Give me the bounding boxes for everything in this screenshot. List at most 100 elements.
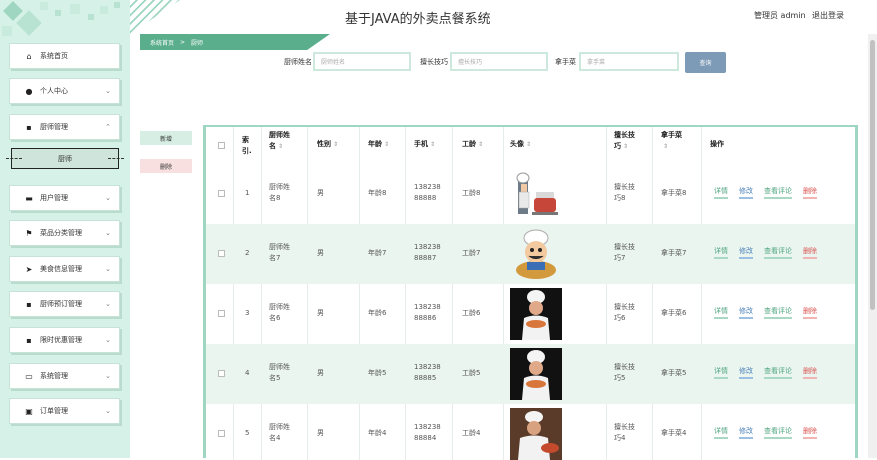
chef-photo-icon: [510, 348, 562, 400]
detail-button[interactable]: 详情: [714, 306, 728, 319]
header-gender[interactable]: 性别 ⇕: [317, 139, 338, 150]
sidebar-item-label: 用户管理: [40, 194, 68, 202]
remove-button[interactable]: 删除: [803, 366, 817, 379]
dish-input[interactable]: 拿手菜: [579, 52, 679, 71]
logout-link[interactable]: 退出登录: [812, 10, 844, 21]
cell-seniority: 工龄4: [462, 429, 481, 437]
cell-gender: 男: [317, 309, 324, 317]
cell-age: 年龄4: [368, 429, 387, 437]
chef-table: 索引. 厨师姓名 ⇕ 性别 ⇕ 年龄 ⇕ 手机 ⇕ 工龄 ⇕ 头像 ⇕ 擅长技巧 ⇕ 拿手菜 ⇕…: [203, 125, 858, 460]
cell-phone: 138238 88888: [414, 183, 441, 202]
sort-icon: ⇕: [623, 143, 629, 150]
flag-icon: ⚑: [25, 228, 33, 238]
row-checkbox[interactable]: [218, 190, 225, 197]
view-comments-button[interactable]: 查看评论: [764, 366, 792, 379]
sidebar-item-chef[interactable]: ▪ 厨师管理 ⌃: [9, 114, 120, 140]
chef-name-input[interactable]: 厨师姓名: [313, 52, 411, 71]
detail-button[interactable]: 详情: [714, 246, 728, 259]
remove-button[interactable]: 删除: [803, 186, 817, 199]
cell-index: 1: [245, 189, 250, 197]
row-checkbox[interactable]: [218, 310, 225, 317]
sidebar-item-system[interactable]: ▭ 系统管理 ⌄: [9, 363, 120, 389]
cell-chef-name: 厨师姓 名6: [269, 303, 290, 322]
edit-button[interactable]: 修改: [739, 426, 753, 439]
sidebar-subitem-chef[interactable]: 厨师: [6, 148, 124, 169]
cell-dish: 拿手菜6: [661, 309, 687, 317]
cell-seniority: 工龄6: [462, 309, 481, 317]
edit-button[interactable]: 修改: [739, 306, 753, 319]
scrollbar-thumb[interactable]: [870, 40, 875, 310]
sidebar-item-orders[interactable]: ▣ 订单管理 ⌄: [9, 398, 120, 424]
header-chef-name[interactable]: 厨师姓名 ⇕: [269, 130, 290, 152]
sidebar-item-dish-category[interactable]: ⚑ 菜品分类管理 ⌄: [9, 220, 120, 246]
sidebar-item-label: 个人中心: [40, 87, 68, 95]
cell-age: 年龄8: [368, 189, 387, 197]
header-skill[interactable]: 擅长技巧 ⇕: [614, 130, 635, 152]
header-avatar[interactable]: 头像 ⇕: [510, 139, 531, 150]
view-comments-button[interactable]: 查看评论: [764, 426, 792, 439]
table-row: 2 厨师姓 名7 男 年龄7 138238 88887 工龄7 擅长技 巧7 拿手菜7…: [206, 224, 855, 284]
edit-button[interactable]: 修改: [739, 366, 753, 379]
cell-skill: 擅长技 巧5: [614, 363, 635, 382]
remove-button[interactable]: 删除: [803, 426, 817, 439]
edit-button[interactable]: 修改: [739, 246, 753, 259]
skill-input[interactable]: 擅长技巧: [450, 52, 548, 71]
cell-seniority: 工龄5: [462, 369, 481, 377]
remove-button[interactable]: 删除: [803, 306, 817, 319]
header-seniority[interactable]: 工龄 ⇕: [462, 139, 483, 150]
edit-button[interactable]: 修改: [739, 186, 753, 199]
cell-index: 4: [245, 369, 250, 377]
sidebar-item-label: 系统管理: [40, 372, 68, 380]
chef-name-label: 厨师姓名: [284, 58, 312, 66]
sidebar-item-label: 美食信息管理: [40, 265, 82, 273]
sidebar-item-home[interactable]: ⌂ 系统首页: [9, 43, 120, 69]
sidebar-item-users[interactable]: ▬ 用户管理 ⌄: [9, 185, 120, 211]
cell-chef-name: 厨师姓 名5: [269, 363, 290, 382]
view-comments-button[interactable]: 查看评论: [764, 246, 792, 259]
detail-button[interactable]: 详情: [714, 186, 728, 199]
sidebar-subitem-label: 厨师: [58, 154, 72, 163]
cell-dish: 拿手菜7: [661, 249, 687, 257]
add-button[interactable]: 新增: [140, 131, 192, 145]
sidebar-item-promotion[interactable]: ▪ 限时优惠管理 ⌄: [9, 327, 120, 353]
sidebar-item-chef-booking[interactable]: ▪ 厨师预订管理 ⌄: [9, 291, 120, 317]
row-checkbox[interactable]: [218, 430, 225, 437]
cell-age: 年龄5: [368, 369, 387, 377]
breadcrumb-home[interactable]: 系统首页: [150, 38, 174, 47]
chevron-up-icon: ⌃: [105, 123, 111, 131]
chevron-down-icon: ⌄: [105, 300, 111, 308]
detail-button[interactable]: 详情: [714, 366, 728, 379]
header-phone[interactable]: 手机 ⇕: [414, 139, 435, 150]
sidebar: ⌂ 系统首页 ● 个人中心 ⌄ ▪ 厨师管理 ⌃ 厨师 ▬ 用户管理 ⌄ ⚑ 菜…: [0, 0, 130, 458]
row-checkbox[interactable]: [218, 250, 225, 257]
cell-chef-name: 厨师姓 名8: [269, 183, 290, 202]
table-row: 3 厨师姓 名6 男 年龄6 138238 88886 工龄6 擅长技 巧6 拿手菜6…: [206, 284, 855, 344]
header-dish[interactable]: 拿手菜 ⇕: [661, 130, 682, 152]
cell-index: 2: [245, 249, 250, 257]
remove-button[interactable]: 删除: [803, 246, 817, 259]
header-age[interactable]: 年龄 ⇕: [368, 139, 389, 150]
cell-index: 3: [245, 309, 250, 317]
chevron-down-icon: ⌄: [105, 194, 111, 202]
search-button[interactable]: 查询: [685, 52, 726, 73]
sidebar-item-profile[interactable]: ● 个人中心 ⌄: [9, 78, 120, 104]
breadcrumb-current: 厨师: [191, 39, 204, 47]
detail-button[interactable]: 详情: [714, 426, 728, 439]
table-header: 索引. 厨师姓名 ⇕ 性别 ⇕ 年龄 ⇕ 手机 ⇕ 工龄 ⇕ 头像 ⇕ 擅长技巧 ⇕ 拿手菜 ⇕…: [206, 127, 855, 164]
chevron-down-icon: ⌄: [105, 407, 111, 415]
row-checkbox[interactable]: [218, 370, 225, 377]
cell-phone: 138238 88887: [414, 243, 441, 262]
view-comments-button[interactable]: 查看评论: [764, 186, 792, 199]
cell-skill: 擅长技 巧6: [614, 303, 635, 322]
chevron-down-icon: ⌄: [105, 229, 111, 237]
sidebar-item-food-info[interactable]: ➤ 美食信息管理 ⌄: [9, 256, 120, 282]
chevron-down-icon: ⌄: [105, 372, 111, 380]
sidebar-item-label: 限时优惠管理: [40, 336, 82, 344]
cell-dish: 拿手菜4: [661, 429, 687, 437]
view-comments-button[interactable]: 查看评论: [764, 306, 792, 319]
cell-gender: 男: [317, 189, 324, 197]
delete-button[interactable]: 删除: [140, 159, 192, 173]
send-icon: ➤: [25, 264, 33, 274]
breadcrumb: 系统首页 > 厨师: [140, 34, 330, 50]
select-all-checkbox[interactable]: [218, 142, 225, 149]
